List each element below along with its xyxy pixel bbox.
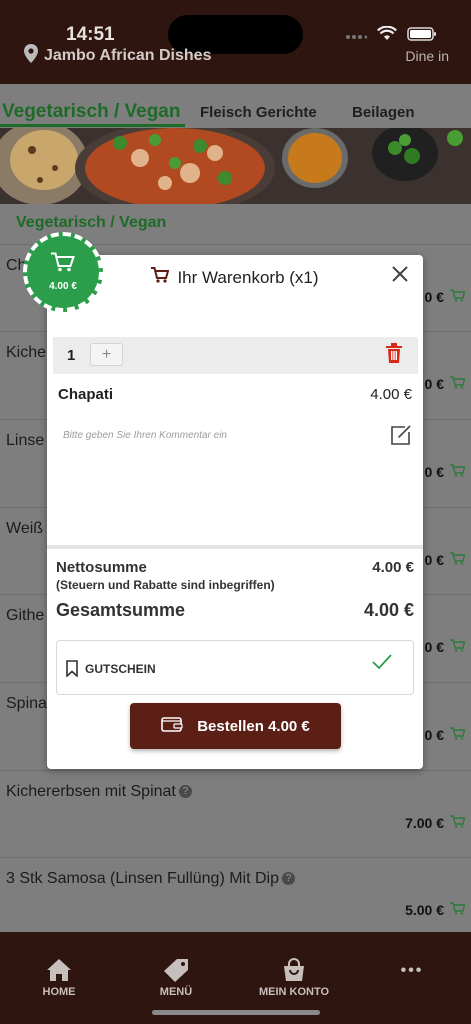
menu-item-name: Weiß xyxy=(6,520,44,537)
status-time: 14:51 xyxy=(66,24,115,45)
order-button-label: Bestellen 4.00 € xyxy=(197,717,310,735)
nav-menu[interactable]: MENÜ xyxy=(131,958,221,998)
cart-icon xyxy=(151,267,170,288)
price-value: 7.00 € xyxy=(405,815,444,831)
bookmark-icon xyxy=(66,660,78,682)
menu-item-name: Spina xyxy=(6,695,47,712)
divider xyxy=(47,545,423,549)
netto-label: Nettosumme xyxy=(56,559,147,576)
section-title: Vegetarisch / Vegan xyxy=(16,214,167,231)
tag-icon xyxy=(164,959,188,982)
menu-item-name: Kiche xyxy=(6,344,47,361)
active-tab-indicator xyxy=(0,124,185,127)
menu-item-name: Kichererbsen mit Spinat? xyxy=(6,783,192,801)
add-to-cart-icon[interactable] xyxy=(450,552,466,568)
tax-note: (Steuern und Rabatte sind inbegriffen) xyxy=(56,578,275,592)
restaurant-name: Jambo African Dishes xyxy=(44,47,212,64)
add-to-cart-icon[interactable] xyxy=(450,902,466,918)
menu-item[interactable]: 3 Stk Samosa (Linsen Fullüng) Mit Dip? 5… xyxy=(0,857,471,943)
menu-item-title: 3 Stk Samosa (Linsen Fullüng) Mit Dip xyxy=(6,870,279,887)
menu-item-price: 0 € xyxy=(424,376,466,392)
add-to-cart-icon[interactable] xyxy=(450,727,466,743)
floating-cart-button[interactable]: 4.00 € xyxy=(23,232,103,312)
tab-beilagen[interactable]: Beilagen xyxy=(352,104,415,121)
nav-home-label: HOME xyxy=(42,986,76,998)
quantity-row: 1 + xyxy=(53,337,418,374)
price-value: 0 € xyxy=(424,552,444,568)
order-button[interactable]: Bestellen 4.00 € xyxy=(130,703,341,749)
add-to-cart-icon[interactable] xyxy=(450,639,466,655)
cart-modal: Ihr Warenkorb (x1) 1 + Chapati 4.00 € Bi… xyxy=(47,255,423,769)
quantity-plus-button[interactable]: + xyxy=(90,343,123,366)
menu-item-price: 0 € xyxy=(424,552,466,568)
menu-item-title: Kichererbsen mit Spinat xyxy=(6,783,176,800)
price-value: 0 € xyxy=(424,464,444,480)
add-to-cart-icon[interactable] xyxy=(450,815,466,831)
tab-vegetarisch-vegan[interactable]: Vegetarisch / Vegan xyxy=(2,101,180,123)
shopping-bag-icon xyxy=(284,958,304,981)
close-icon[interactable] xyxy=(389,263,411,285)
menu-item-price: 0 € xyxy=(424,639,466,655)
menu-item[interactable]: Kichererbsen mit Spinat? 7.00 € xyxy=(0,770,471,856)
cart-icon xyxy=(51,252,75,277)
dine-in-label[interactable]: Dine in xyxy=(405,48,449,64)
price-value: 0 € xyxy=(424,639,444,655)
quantity-value: 1 xyxy=(67,347,76,364)
voucher-field[interactable]: GUTSCHEIN xyxy=(56,640,414,695)
price-value: 0 € xyxy=(424,376,444,392)
nav-more[interactable]: ••• xyxy=(367,962,457,980)
nav-account-label: MEIN KONTO xyxy=(258,986,330,998)
add-to-cart-icon[interactable] xyxy=(450,289,466,305)
signal-icon xyxy=(345,27,368,45)
total-label: Gesamtsumme xyxy=(56,600,186,620)
location-pin-icon xyxy=(24,44,38,68)
home-icon xyxy=(47,959,71,981)
home-indicator xyxy=(152,1010,320,1015)
wifi-icon xyxy=(377,25,397,46)
menu-item-name: Githe xyxy=(6,607,45,624)
add-to-cart-icon[interactable] xyxy=(450,464,466,480)
price-value: 0 € xyxy=(424,289,444,305)
trash-icon[interactable] xyxy=(386,343,402,368)
price-value: 0 € xyxy=(424,727,444,743)
wallet-icon xyxy=(161,716,183,736)
menu-item-name: 3 Stk Samosa (Linsen Fullüng) Mit Dip? xyxy=(6,870,295,888)
cart-badge-total: 4.00 € xyxy=(49,281,77,292)
food-banner-image xyxy=(0,128,471,204)
battery-icon xyxy=(407,26,437,46)
menu-item-price: 0 € xyxy=(424,464,466,480)
nav-account[interactable]: MEIN KONTO xyxy=(249,958,339,998)
comment-input[interactable]: Bitte geben Sie Ihren Kommentar ein xyxy=(63,430,227,441)
menu-item-price: 0 € xyxy=(424,289,466,305)
cart-item-name: Chapati xyxy=(58,386,114,403)
nav-menu-label: MENÜ xyxy=(159,986,193,998)
cart-item-price: 4.00 € xyxy=(370,386,412,403)
menu-item-price: 7.00 € xyxy=(405,815,466,831)
info-icon[interactable]: ? xyxy=(178,785,192,798)
restaurant-location[interactable]: Jambo African Dishes xyxy=(24,44,211,68)
voucher-label: GUTSCHEIN xyxy=(85,662,156,676)
cart-modal-title: Ihr Warenkorb (x1) xyxy=(47,267,423,288)
edit-icon[interactable] xyxy=(389,423,413,452)
status-icons xyxy=(345,25,437,46)
checkmark-icon[interactable] xyxy=(371,653,393,676)
menu-item-price: 5.00 € xyxy=(405,902,466,918)
info-icon[interactable]: ? xyxy=(282,872,295,885)
menu-item-price: 0 € xyxy=(424,727,466,743)
total-value: 4.00 € xyxy=(363,600,414,620)
app-header: 14:51 Jambo African Dishes Dine in xyxy=(0,0,471,84)
tab-fleisch-gerichte[interactable]: Fleisch Gerichte xyxy=(200,104,317,121)
category-tabs: Vegetarisch / Vegan Fleisch Gerichte Bei… xyxy=(0,84,471,128)
cart-title-text: Ihr Warenkorb (x1) xyxy=(177,267,319,287)
price-value: 5.00 € xyxy=(405,902,444,918)
menu-item-name: Linse xyxy=(6,432,45,449)
nav-home[interactable]: HOME xyxy=(14,958,104,998)
netto-value: 4.00 € xyxy=(372,559,414,576)
add-to-cart-icon[interactable] xyxy=(450,376,466,392)
